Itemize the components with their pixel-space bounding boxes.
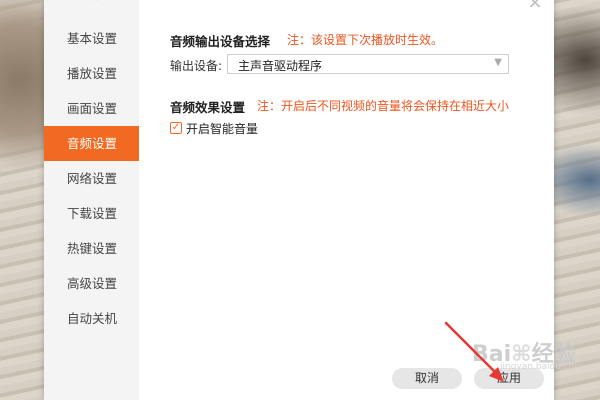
sidebar-item-download[interactable]: 下载设置 (44, 196, 139, 231)
cancel-button[interactable]: 取消 (392, 368, 462, 389)
close-icon[interactable]: × (526, 0, 544, 12)
output-device-value: 主声音驱动程序 (238, 59, 323, 73)
output-device-label: 输出设备: (170, 59, 223, 73)
sidebar-item-auto-shutdown[interactable]: 自动关机 (44, 301, 139, 336)
chevron-down-icon: ▼ (494, 57, 502, 68)
baidu-watermark-url: jingyan.baidu.com (500, 362, 584, 372)
sidebar-item-audio[interactable]: 音频设置 (44, 126, 139, 161)
sidebar-item-basic[interactable]: 基本设置 (44, 21, 139, 56)
smart-volume-label[interactable]: 开启智能音量 (186, 120, 258, 137)
audio-output-title: 音频输出设备选择 (170, 34, 271, 49)
sidebar-item-playback[interactable]: 播放设置 (44, 56, 139, 91)
audio-effect-note: 注：开启后不同视频的音量将会保持在相近大小 (257, 99, 510, 113)
sidebar-item-network[interactable]: 网络设置 (44, 161, 139, 196)
title-bar: 设置 (44, 0, 139, 10)
audio-effect-title: 音频效果设置 (170, 100, 246, 115)
sidebar-item-picture[interactable]: 画面设置 (44, 91, 139, 126)
window-title: 设置 (86, 0, 112, 3)
smart-volume-checkbox[interactable]: ✓ (170, 122, 182, 134)
sidebar-item-hotkeys[interactable]: 热键设置 (44, 231, 139, 266)
settings-sidebar: 设置 基本设置 播放设置 画面设置 音频设置 网络设置 下载设置 热键设置 高级… (44, 0, 139, 400)
sidebar-item-advanced[interactable]: 高级设置 (44, 266, 139, 301)
audio-output-note: 注：该设置下次播放时生效。 (287, 33, 444, 47)
output-device-select[interactable]: 主声音驱动程序 ▼ (227, 54, 509, 74)
